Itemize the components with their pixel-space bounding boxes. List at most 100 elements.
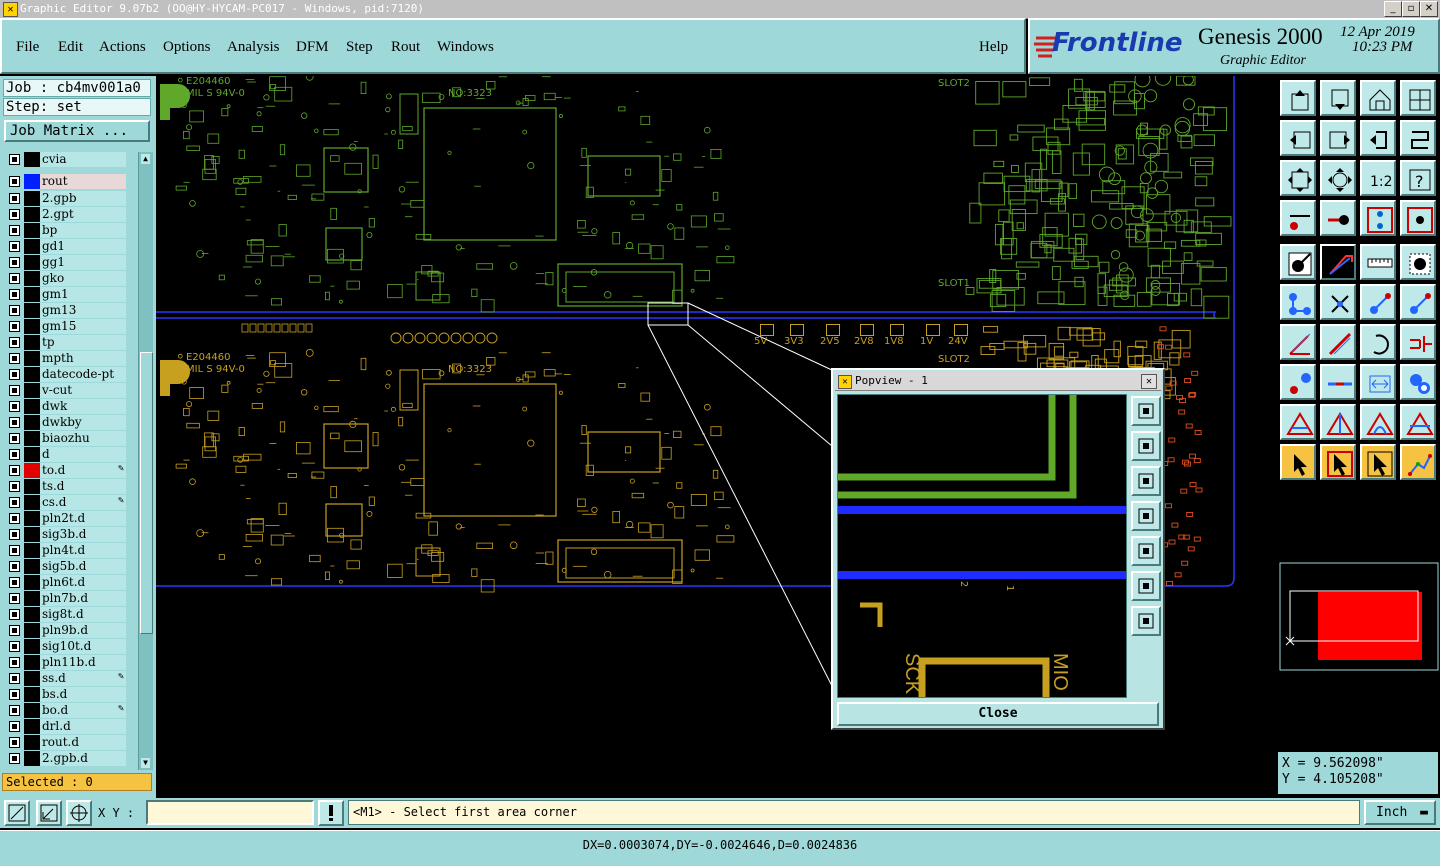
layer-name[interactable]: pln4t.d	[40, 543, 126, 558]
move-point-button[interactable]	[1360, 284, 1396, 320]
layer-checkbox[interactable]	[9, 289, 20, 300]
layer-color-swatch[interactable]	[24, 639, 40, 654]
layer-color-swatch[interactable]	[24, 399, 40, 414]
layer-color-swatch[interactable]	[24, 303, 40, 318]
rotate-arc-button[interactable]	[1360, 324, 1396, 360]
layer-row[interactable]: bp	[4, 223, 126, 238]
layer-checkbox[interactable]	[9, 481, 20, 492]
layer-checkbox[interactable]	[9, 225, 20, 236]
layer-row[interactable]: gm1	[4, 287, 126, 302]
layer-checkbox[interactable]	[9, 609, 20, 620]
layer-color-swatch[interactable]	[24, 174, 40, 189]
layer-checkbox[interactable]	[9, 176, 20, 187]
rotate-button[interactable]	[1360, 120, 1396, 156]
layer-row[interactable]: to.d ✎	[4, 463, 126, 478]
alert-button[interactable]	[318, 800, 344, 826]
layer-color-swatch[interactable]	[24, 223, 40, 238]
layer-color-swatch[interactable]	[24, 319, 40, 334]
menu-step[interactable]: Step	[346, 39, 373, 56]
layer-name[interactable]: dwk	[40, 399, 126, 414]
fit-all-button[interactable]	[1280, 160, 1316, 196]
layer-row[interactable]: v-cut	[4, 383, 126, 398]
layer-row[interactable]: cvia	[4, 152, 126, 167]
layer-color-swatch[interactable]	[24, 383, 40, 398]
layer-row[interactable]: bo.d ✎	[4, 703, 126, 718]
layer-color-swatch[interactable]	[24, 351, 40, 366]
pv-center-button[interactable]	[1131, 606, 1161, 636]
layer-checkbox[interactable]	[9, 625, 20, 636]
scroll-down-icon[interactable]: ▼	[141, 758, 150, 768]
layer-color-swatch[interactable]	[24, 703, 40, 718]
layer-row[interactable]: pln11b.d	[4, 655, 126, 670]
layer-name[interactable]: cs.d	[40, 495, 126, 510]
pv-pan-left-button[interactable]	[1131, 501, 1161, 531]
layer-row[interactable]: cs.d ✎	[4, 495, 126, 510]
layer-color-swatch[interactable]	[24, 511, 40, 526]
layer-row[interactable]: gko	[4, 271, 126, 286]
layer-checkbox[interactable]	[9, 193, 20, 204]
layer-row[interactable]: dwk	[4, 399, 126, 414]
layer-row[interactable]: sig3b.d	[4, 527, 126, 542]
split-button[interactable]	[1400, 80, 1436, 116]
layer-name[interactable]: rout.d	[40, 735, 126, 750]
layer-checkbox[interactable]	[9, 273, 20, 284]
layer-name[interactable]: tp	[40, 335, 126, 350]
layer-name[interactable]: sig8t.d	[40, 607, 126, 622]
layer-checkbox[interactable]	[9, 154, 20, 165]
layer-row[interactable]: pln6t.d	[4, 575, 126, 590]
measure-button[interactable]	[36, 800, 62, 826]
popview-title-bar[interactable]: ✕ Popview - 1 ✕	[835, 372, 1161, 391]
layer-checkbox[interactable]	[9, 401, 20, 412]
layer-name[interactable]: gm1	[40, 287, 126, 302]
layer-checkbox[interactable]	[9, 753, 20, 764]
layer-row[interactable]: rout	[4, 174, 126, 189]
layer-name[interactable]: pln2t.d	[40, 511, 126, 526]
layer-color-swatch[interactable]	[24, 719, 40, 734]
popview-close-icon[interactable]: ✕	[1141, 374, 1157, 389]
layer-checkbox[interactable]	[9, 641, 20, 652]
node-connect-button[interactable]	[1280, 284, 1316, 320]
menu-analysis[interactable]: Analysis	[227, 39, 280, 56]
layer-name[interactable]: sig3b.d	[40, 527, 126, 542]
layer-name[interactable]: 2.gpt	[40, 207, 126, 222]
grid-button[interactable]	[66, 800, 92, 826]
layer-name[interactable]: rout	[40, 174, 126, 189]
route-bit-button[interactable]	[1360, 200, 1396, 236]
menu-file[interactable]: File	[16, 39, 39, 56]
layer-name[interactable]: gm13	[40, 303, 126, 318]
home-button[interactable]	[1360, 80, 1396, 116]
pv-fit-button[interactable]	[1131, 571, 1161, 601]
layer-color-swatch[interactable]	[24, 152, 40, 167]
menu-rout[interactable]: Rout	[391, 39, 420, 56]
popview-canvas[interactable]: SCK MIO 2 1	[837, 394, 1127, 698]
minimize-button[interactable]: _	[1384, 1, 1402, 17]
layer-row[interactable]: sig10t.d	[4, 639, 126, 654]
layer-color-swatch[interactable]	[24, 687, 40, 702]
layer-checkbox[interactable]	[9, 321, 20, 332]
slash-line-button[interactable]	[1320, 324, 1356, 360]
layer-color-swatch[interactable]	[24, 255, 40, 270]
layer-color-swatch[interactable]	[24, 431, 40, 446]
layer-color-swatch[interactable]	[24, 271, 40, 286]
layer-name[interactable]: pln7b.d	[40, 591, 126, 606]
scroll-thumb[interactable]	[140, 352, 153, 634]
layer-checkbox[interactable]	[9, 209, 20, 220]
scroll-up-icon[interactable]: ▲	[141, 154, 150, 164]
layer-name[interactable]: pln11b.d	[40, 655, 126, 670]
layer-row[interactable]: datecode-pt	[4, 367, 126, 382]
layer-name[interactable]: gm15	[40, 319, 126, 334]
layer-name[interactable]: gko	[40, 271, 126, 286]
move-point-2-button[interactable]	[1400, 284, 1436, 320]
unit-selector[interactable]: Inch ▬	[1364, 800, 1436, 825]
menu-actions[interactable]: Actions	[99, 39, 146, 56]
layer-name[interactable]: ss.d	[40, 671, 126, 686]
pad-dot-button[interactable]	[1400, 244, 1436, 280]
layer-name[interactable]: d	[40, 447, 126, 462]
menu-windows[interactable]: Windows	[437, 39, 494, 56]
layer-row[interactable]: gm13	[4, 303, 126, 318]
layer-row[interactable]: tp	[4, 335, 126, 350]
layer-row[interactable]: gg1	[4, 255, 126, 270]
layer-checkbox[interactable]	[9, 561, 20, 572]
layer-row[interactable]: pln4t.d	[4, 543, 126, 558]
layer-name[interactable]: gd1	[40, 239, 126, 254]
